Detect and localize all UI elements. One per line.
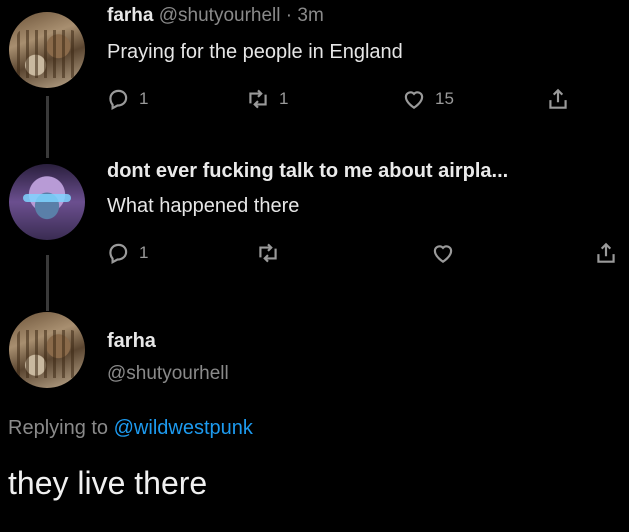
tweet-text: Praying for the people in England [107, 41, 403, 63]
action-bar: 1 1 15 [105, 85, 605, 113]
heart-icon [404, 91, 424, 109]
display-name[interactable]: farha [107, 5, 153, 26]
replying-to: Replying to @wildwestpunk [8, 417, 253, 440]
share-icon [549, 88, 567, 109]
reply-icon [109, 89, 128, 111]
reply-icon [109, 243, 128, 265]
reply-count: 1 [139, 243, 149, 262]
tweet-text: dont ever fucking talk to me about airpl… [107, 160, 509, 182]
display-name[interactable]: farha [107, 330, 156, 353]
action-bar: 1 [105, 239, 615, 267]
mention-link[interactable]: @wildwestpunk [114, 417, 253, 439]
reply-count: 1 [139, 89, 149, 108]
tweet[interactable]: farha @shutyourhell · 3m Praying for the… [0, 0, 629, 130]
focused-tweet[interactable]: farha @shutyourhell Replying to @wildwes… [0, 300, 629, 532]
avatar[interactable] [9, 12, 85, 88]
timestamp[interactable]: 3m [297, 5, 323, 26]
reply-button[interactable]: 1 [105, 85, 148, 113]
like-button[interactable] [430, 239, 464, 267]
like-button[interactable]: 15 [401, 85, 454, 113]
replying-prefix: Replying to [8, 417, 109, 439]
username[interactable]: @shutyourhell [159, 5, 281, 26]
retweet-button[interactable]: 1 [245, 85, 288, 113]
share-icon [597, 242, 615, 263]
tweet-header: farha @shutyourhell · 3m [107, 5, 324, 27]
retweet-count: 1 [279, 89, 289, 108]
share-button[interactable] [593, 239, 619, 267]
tweet-text: they live there [8, 465, 208, 501]
tweet[interactable]: dont ever fucking talk to me about airpl… [0, 150, 629, 280]
heart-icon [433, 245, 453, 263]
retweet-button[interactable] [255, 239, 289, 267]
share-button[interactable] [545, 85, 571, 113]
like-count: 15 [435, 89, 454, 108]
retweet-icon [259, 243, 277, 263]
avatar[interactable] [9, 312, 85, 388]
avatar[interactable] [9, 164, 85, 240]
tweet-text: What happened there [107, 195, 300, 217]
reply-button[interactable]: 1 [105, 239, 148, 267]
retweet-icon [249, 89, 267, 109]
username[interactable]: @shutyourhell [107, 363, 229, 385]
separator: · [285, 5, 293, 26]
